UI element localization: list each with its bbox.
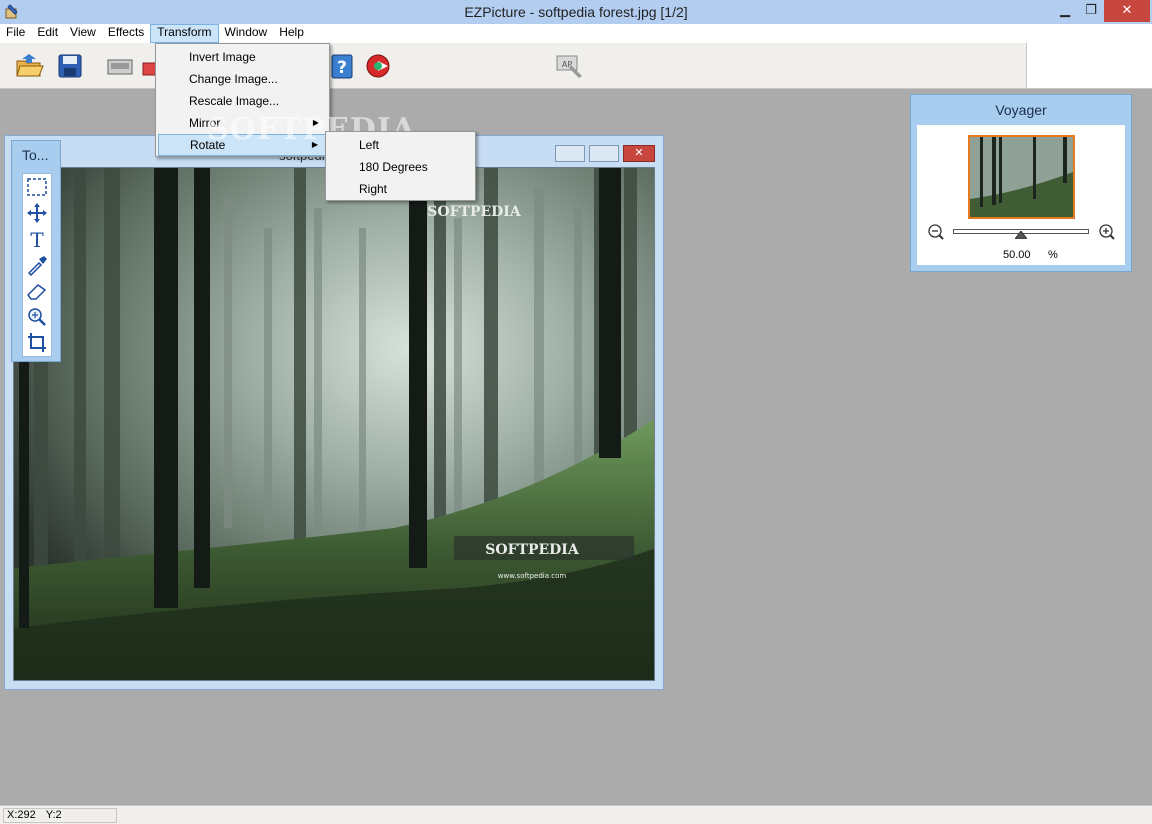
acquire-icon[interactable]: AP bbox=[555, 51, 585, 81]
menu-item-rescale-image[interactable]: Rescale Image... bbox=[158, 90, 327, 112]
photo-url: www.softpedia.com bbox=[498, 572, 567, 580]
forest-photo[interactable]: SOFTPEDIA SOFTPEDIA www.softpedia.com bbox=[13, 167, 655, 681]
menu-window[interactable]: Window bbox=[219, 24, 274, 43]
toolbar-blank-area bbox=[1026, 43, 1152, 89]
save-icon[interactable] bbox=[55, 51, 85, 81]
rotate-right[interactable]: Right bbox=[328, 178, 473, 200]
restore-button[interactable]: ❐ bbox=[1078, 0, 1104, 22]
voyager-thumbnail[interactable] bbox=[968, 135, 1075, 219]
cursor-y: Y:2 bbox=[45, 809, 62, 821]
help-icon[interactable]: ? bbox=[327, 51, 357, 81]
toolbar: ? AP bbox=[0, 43, 1026, 89]
tool-palette-title: To... bbox=[22, 147, 49, 163]
open-icon[interactable] bbox=[14, 51, 44, 81]
menu-item-label: Rescale Image... bbox=[189, 94, 280, 108]
menu-item-invert-image[interactable]: Invert Image bbox=[158, 46, 327, 68]
eyedropper-icon[interactable] bbox=[25, 254, 49, 276]
image-maximize-button[interactable] bbox=[589, 145, 619, 162]
exit-icon[interactable] bbox=[364, 51, 394, 81]
menu-item-label: Change Image... bbox=[189, 72, 278, 86]
menu-view[interactable]: View bbox=[64, 24, 102, 43]
photo-logo-bottom: SOFTPEDIA bbox=[485, 542, 580, 558]
thumbnail-image bbox=[970, 137, 1073, 217]
voyager-title: Voyager bbox=[995, 102, 1047, 118]
image-minimize-button[interactable] bbox=[555, 145, 585, 162]
scanner-icon[interactable] bbox=[105, 51, 135, 81]
eraser-icon[interactable] bbox=[25, 280, 49, 302]
zoom-slider-thumb[interactable] bbox=[1015, 231, 1027, 239]
cursor-x: X:292 bbox=[7, 809, 36, 821]
rotate-180-degrees[interactable]: 180 Degrees bbox=[328, 156, 473, 178]
photo-logo-top: SOFTPEDIA bbox=[427, 204, 522, 220]
minimize-button[interactable]: ▁ bbox=[1052, 0, 1078, 22]
close-button[interactable]: ✕ bbox=[1104, 0, 1150, 22]
menu-file[interactable]: File bbox=[0, 24, 31, 43]
zoom-out-icon[interactable] bbox=[927, 223, 945, 241]
menu-item-label: Invert Image bbox=[189, 50, 256, 64]
zoom-icon[interactable] bbox=[25, 306, 49, 328]
cursor-position: X:292 Y:2 bbox=[3, 808, 117, 823]
image-close-button[interactable]: ✕ bbox=[623, 145, 655, 162]
title-bar: EZPicture - softpedia forest.jpg [1/2] ▁… bbox=[0, 0, 1152, 24]
voyager-panel: Voyager 50.00 % bbox=[910, 94, 1132, 272]
selection-icon[interactable] bbox=[25, 176, 49, 198]
menu-help[interactable]: Help bbox=[273, 24, 310, 43]
rotate-left[interactable]: Left bbox=[328, 134, 473, 156]
svg-text:?: ? bbox=[337, 58, 347, 78]
zoom-value: 50.00 bbox=[1003, 249, 1031, 261]
voyager-body: 50.00 % bbox=[917, 125, 1125, 265]
menu-item-change-image[interactable]: Change Image... bbox=[158, 68, 327, 90]
status-bar: X:292 Y:2 bbox=[0, 805, 1152, 824]
forest-image: SOFTPEDIA SOFTPEDIA www.softpedia.com bbox=[14, 168, 654, 680]
menu-bar: File Edit View Effects Transform Window … bbox=[0, 24, 1152, 43]
menu-transform[interactable]: Transform bbox=[150, 24, 219, 43]
rotate-submenu: Left 180 Degrees Right bbox=[325, 131, 476, 201]
svg-text:T: T bbox=[30, 228, 44, 250]
menu-edit[interactable]: Edit bbox=[31, 24, 64, 43]
image-window[interactable]: softpedia forest.jpg ✕ bbox=[4, 135, 664, 690]
tool-palette: To... T bbox=[11, 140, 61, 362]
text-icon[interactable]: T bbox=[25, 228, 49, 250]
window-title: EZPicture - softpedia forest.jpg [1/2] bbox=[464, 4, 688, 20]
zoom-in-icon[interactable] bbox=[1098, 223, 1116, 241]
move-icon[interactable] bbox=[25, 202, 49, 224]
tool-list: T bbox=[22, 173, 52, 357]
zoom-unit: % bbox=[1048, 249, 1058, 261]
menu-effects[interactable]: Effects bbox=[102, 24, 150, 43]
crop-icon[interactable] bbox=[25, 332, 49, 354]
